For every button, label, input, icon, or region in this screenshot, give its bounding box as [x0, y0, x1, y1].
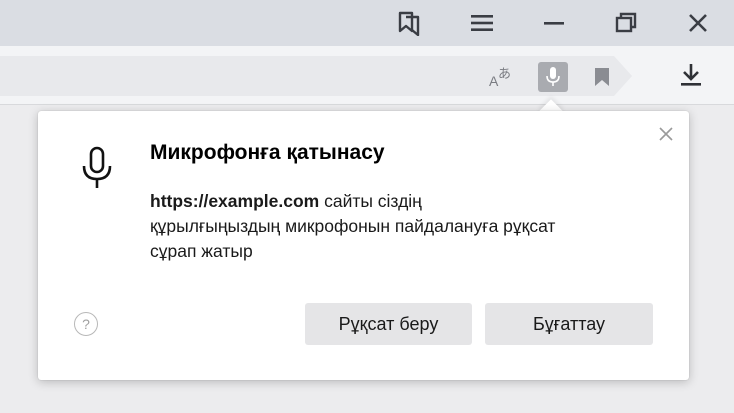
bookmark-icon[interactable]	[587, 62, 617, 92]
translate-icon[interactable]: A あ	[485, 62, 515, 92]
allow-button[interactable]: Рұқсат беру	[305, 303, 472, 345]
omnibox[interactable]	[0, 56, 614, 96]
close-popup-icon[interactable]	[655, 123, 677, 145]
address-bar: A あ	[0, 46, 734, 104]
block-button[interactable]: Бұғаттау	[485, 303, 653, 345]
minimize-icon[interactable]	[535, 4, 573, 42]
microphone-permission-popup: Микрофонға қатынасу https://example.com …	[38, 111, 689, 380]
svg-text:あ: あ	[498, 67, 511, 82]
help-icon[interactable]: ?	[74, 312, 98, 336]
popup-message: https://example.com сайты сіздің құрылғы…	[150, 189, 630, 264]
restore-icon[interactable]	[607, 4, 645, 42]
bookmarks-panel-icon[interactable]	[390, 4, 428, 42]
popup-title: Микрофонға қатынасу	[150, 141, 385, 164]
close-icon[interactable]	[679, 4, 717, 42]
message-text-2: құрылғыңыздың микрофонын пайдалануға рұқ…	[150, 216, 556, 236]
message-text-1: сайты сіздің	[319, 191, 422, 211]
browser-window: A あ Микрофонға қатынасу https://example.…	[0, 0, 734, 413]
download-icon[interactable]	[676, 60, 706, 90]
menu-icon[interactable]	[463, 4, 501, 42]
microphone-icon[interactable]	[538, 62, 568, 92]
site-origin: https://example.com	[150, 191, 320, 211]
title-bar	[0, 0, 734, 46]
message-text-3: сұрап жатыр	[150, 241, 253, 261]
popup-arrow-cover	[532, 111, 572, 125]
microphone-icon	[80, 145, 114, 191]
